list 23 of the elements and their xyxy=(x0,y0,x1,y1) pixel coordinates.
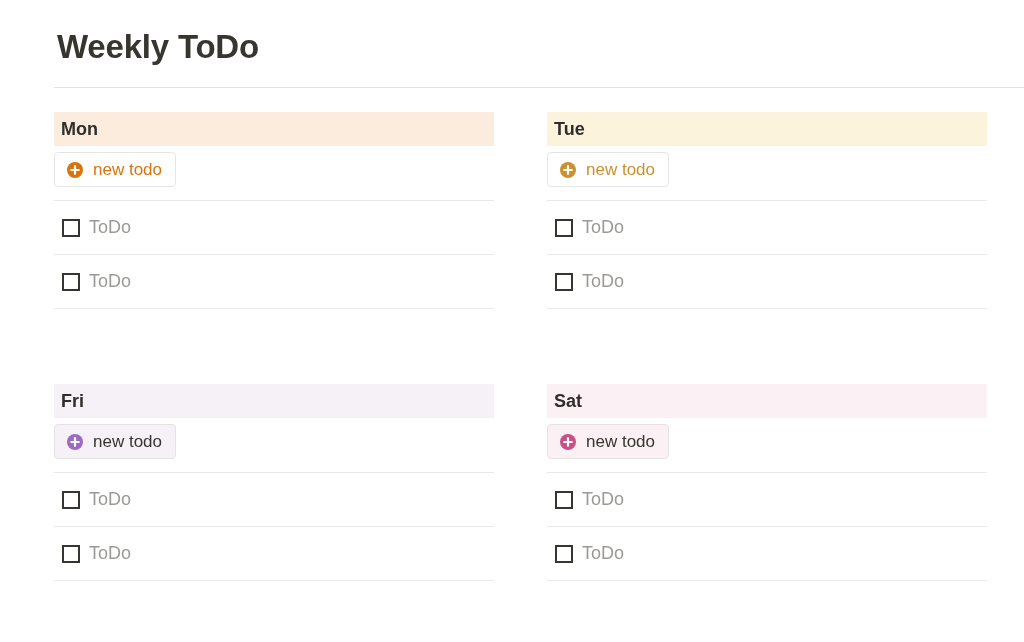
day-header: Fri xyxy=(54,384,494,418)
day-header: Sat xyxy=(547,384,987,418)
todo-title: ToDo xyxy=(89,217,132,238)
page-title: Weekly ToDo xyxy=(57,27,259,67)
checkbox[interactable] xyxy=(62,218,80,237)
todo-title: ToDo xyxy=(582,489,625,510)
todo-title: ToDo xyxy=(89,271,132,292)
new-todo-button[interactable]: new todo xyxy=(547,424,669,459)
todo-title: ToDo xyxy=(89,543,132,564)
todo-title: ToDo xyxy=(582,543,625,564)
todo-title: ToDo xyxy=(89,489,132,510)
todo-title: ToDo xyxy=(582,217,625,238)
checkbox[interactable] xyxy=(62,544,80,563)
day-header: Mon xyxy=(54,112,494,146)
checkbox[interactable] xyxy=(555,490,573,509)
new-todo-button[interactable]: new todo xyxy=(54,424,176,459)
checkbox[interactable] xyxy=(62,490,80,509)
checkbox[interactable] xyxy=(555,218,573,237)
checkbox[interactable] xyxy=(555,544,573,563)
checkbox[interactable] xyxy=(62,272,80,291)
todo-title: ToDo xyxy=(582,271,625,292)
day-header: Tue xyxy=(547,112,987,146)
checkbox[interactable] xyxy=(555,272,573,291)
